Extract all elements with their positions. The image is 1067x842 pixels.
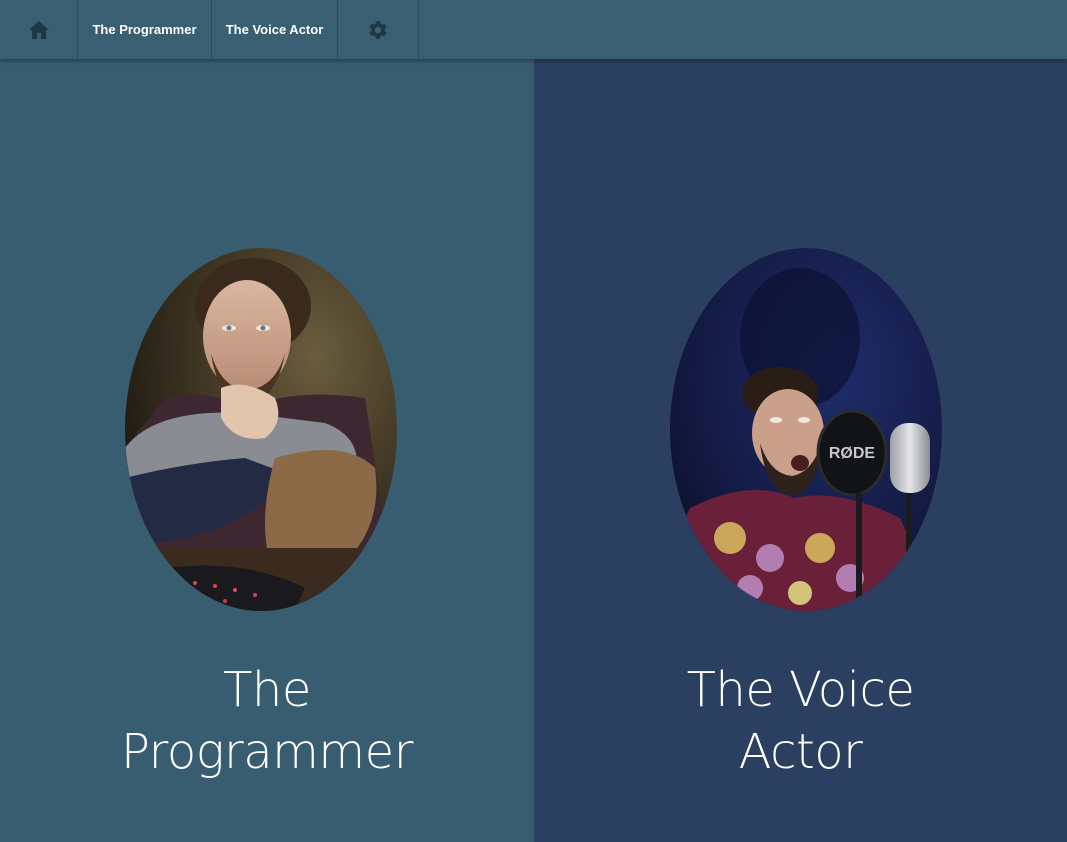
nav-link-voice-actor[interactable]: The Voice Actor xyxy=(212,0,338,59)
nav-link-programmer[interactable]: The Programmer xyxy=(78,0,212,59)
voice-actor-title-text: The Voice Actor xyxy=(686,662,915,780)
home-icon xyxy=(28,20,50,40)
home-button[interactable] xyxy=(0,0,78,59)
settings-button[interactable] xyxy=(338,0,419,59)
svg-text:RØDE: RØDE xyxy=(829,445,876,462)
voice-actor-panel[interactable]: RØDE The Voice Actor xyxy=(534,59,1067,842)
programmer-portrait xyxy=(125,248,397,611)
programmer-panel[interactable]: The Programmer xyxy=(0,59,534,842)
gear-icon xyxy=(367,19,389,41)
nav-link-programmer-label: The Programmer xyxy=(92,22,197,37)
programmer-photo xyxy=(125,248,397,611)
voice-actor-photo: RØDE xyxy=(670,248,942,611)
programmer-title-text: The Programmer xyxy=(121,662,413,780)
voice-actor-portrait: RØDE xyxy=(670,248,942,611)
voice-actor-title: The Voice Actor xyxy=(534,659,1067,783)
nav-link-voice-actor-label: The Voice Actor xyxy=(225,22,324,37)
top-navbar: The Programmer The Voice Actor xyxy=(0,0,1067,59)
programmer-title: The Programmer xyxy=(0,659,534,783)
